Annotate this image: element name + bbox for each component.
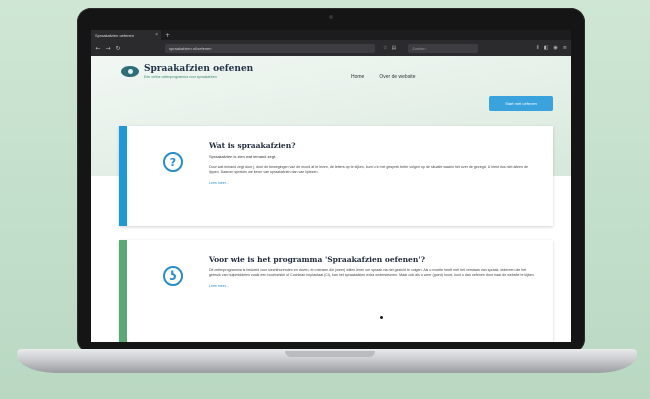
ear-icon: ʖ (163, 266, 183, 286)
menu-icon[interactable]: ≡ (563, 45, 567, 51)
question-icon: ? (163, 152, 183, 172)
card-accent-bar (119, 126, 127, 226)
browser-tabbar: Spraakafzien oefenen × + (91, 30, 571, 40)
extensions-icon[interactable]: ◧ (544, 45, 549, 51)
card-title: Voor wie is het programma 'Spraakafzien … (209, 255, 425, 264)
laptop-screen: Spraakafzien oefenen × + ← → ↻ spraakafz… (91, 30, 571, 342)
card-title: Wat is spraakafzien? (209, 141, 296, 150)
read-more-link[interactable]: Lees meer... (209, 181, 535, 185)
url-bar-icons: ☆ ▤ (383, 45, 396, 51)
mouse-cursor (380, 316, 383, 319)
browser-tab[interactable]: Spraakafzien oefenen × (91, 30, 161, 40)
nav-about[interactable]: Over de website (379, 74, 415, 80)
card-lead: Spraakafzien is zien wat iemand zegt. (209, 154, 277, 159)
laptop-lid: Spraakafzien oefenen × + ← → ↻ spraakafz… (77, 8, 585, 353)
toolbar-icons: ⫴ ◧ ◉ ≡ (537, 45, 567, 51)
search-placeholder: Zoeken (412, 45, 426, 51)
web-page: Spraakafzien oefenen Een online oefenpro… (91, 56, 571, 342)
card-text: Door wat iemand zegt door j, door de bew… (209, 165, 529, 175)
card-text: Dit oefenprogramma is bedoeld voor slech… (209, 268, 535, 278)
info-card-who: ʖ Voor wie is het programma 'Spraakafzie… (119, 240, 553, 342)
info-card-what: ? Wat is spraakafzien? Spraakafzien is z… (119, 126, 553, 226)
close-icon[interactable]: × (155, 32, 158, 38)
site-subtitle: Een online oefenprogramma voor spraakafz… (144, 75, 217, 79)
bookmark-icon[interactable]: ☆ (383, 45, 387, 51)
read-more-link[interactable]: Lees meer... (209, 284, 535, 288)
reader-icon[interactable]: ▤ (391, 45, 396, 51)
start-button[interactable]: Start met oefenen (489, 96, 553, 111)
search-input[interactable]: Zoeken (408, 43, 479, 53)
forward-icon[interactable]: → (105, 45, 111, 52)
site-logo[interactable]: Spraakafzien oefenen Een online oefenpro… (121, 64, 253, 79)
url-text: spraakafzien.nl/oefenen (169, 45, 212, 51)
nav-home[interactable]: Home (351, 74, 364, 80)
tab-label: Spraakafzien oefenen (95, 32, 134, 38)
camera-dot (329, 15, 333, 19)
browser-toolbar: ← → ↻ spraakafzien.nl/oefenen ☆ ▤ Zoeken… (91, 40, 571, 56)
site-nav: Home Over de website (351, 74, 415, 80)
back-icon[interactable]: ← (95, 45, 101, 52)
card-accent-bar (119, 240, 127, 342)
new-tab-icon[interactable]: + (165, 32, 170, 39)
account-icon[interactable]: ◉ (553, 45, 557, 51)
laptop-notch (285, 351, 375, 357)
reload-icon[interactable]: ↻ (115, 45, 121, 52)
site-title: Spraakafzien oefenen (144, 64, 254, 74)
eye-logo-icon (121, 66, 139, 77)
library-icon[interactable]: ⫴ (537, 45, 539, 51)
address-bar[interactable]: spraakafzien.nl/oefenen (165, 43, 375, 53)
